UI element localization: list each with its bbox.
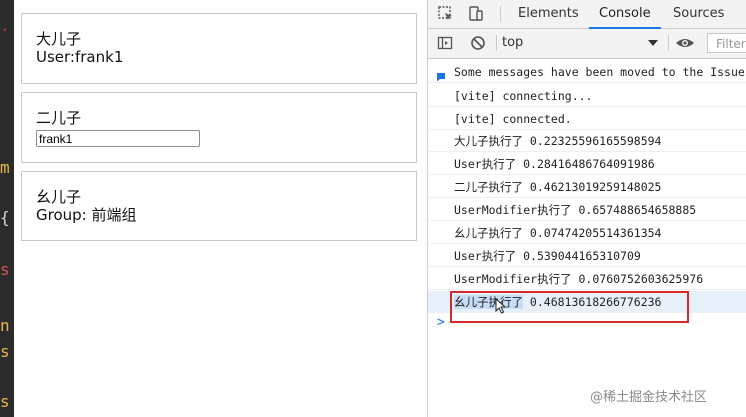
card-youngest-son: 幺儿子 Group: 前端组 — [21, 171, 417, 241]
editor-fragment: m — [0, 158, 10, 177]
sidebar-toggle-icon[interactable] — [437, 35, 453, 51]
console-message: 幺儿子执行了 0.07474205514361354 — [428, 222, 746, 244]
user-name-text: User:frank1 — [36, 48, 124, 66]
console-message: UserModifier执行了 0.0760752603625976 — [428, 268, 746, 290]
context-value: top — [502, 35, 524, 50]
toolbar-separator — [496, 35, 497, 51]
inspect-element-icon[interactable] — [437, 5, 455, 23]
editor-fragment: . — [0, 16, 10, 35]
console-message-text: 幺儿子执行了 0.07474205514361354 — [454, 226, 662, 240]
chevron-down-icon — [648, 40, 658, 46]
editor-fragment: n — [0, 316, 10, 335]
console-message-text: 二儿子执行了 0.46213019259148025 — [454, 180, 662, 194]
message-value: 0.46813618266776236 — [523, 295, 662, 309]
console-message-selected: 幺儿子执行了 0.46813618266776236 — [428, 291, 746, 313]
card-title: 幺儿子 — [36, 188, 82, 206]
editor-gutter: . m { s n s s — [0, 0, 14, 417]
console-toolbar: top Filter — [428, 29, 746, 59]
tab-elements[interactable]: Elements — [518, 0, 579, 28]
console-message: User执行了 0.28416486764091986 — [428, 153, 746, 175]
editor-fragment: s — [0, 392, 10, 411]
console-prompt[interactable]: > — [437, 315, 445, 330]
console-message: User执行了 0.539044165310709 — [428, 245, 746, 267]
console-message-text: 幺儿子执行了 0.46813618266776236 — [454, 291, 662, 312]
console-message-text: [vite] connecting... — [454, 89, 593, 103]
card-title: 大儿子 — [36, 30, 82, 48]
console-message: [vite] connecting... — [428, 85, 746, 107]
console-message-text: UserModifier执行了 0.0760752603625976 — [454, 272, 704, 286]
console-messages: Some messages have been moved to the Iss… — [428, 59, 746, 417]
card-second-son: 二儿子 — [21, 92, 417, 163]
mouse-cursor-icon — [495, 297, 507, 314]
editor-fragment: s — [0, 260, 10, 279]
console-message-text: 大儿子执行了 0.22325596165598594 — [454, 134, 662, 148]
watermark: @稀土掘金技术社区 — [590, 390, 708, 405]
devtools-panel: Elements Console Sources top Filter Some… — [427, 0, 746, 417]
console-message-text: Some messages have been moved to the Iss… — [454, 65, 746, 79]
editor-fragment: s — [0, 342, 10, 361]
tab-sources[interactable]: Sources — [673, 0, 724, 28]
info-icon — [436, 67, 446, 82]
user-name-input[interactable] — [36, 130, 200, 147]
console-message: 大儿子执行了 0.22325596165598594 — [428, 130, 746, 152]
tab-separator — [500, 6, 501, 22]
eye-icon[interactable] — [675, 35, 695, 51]
console-message: Some messages have been moved to the Iss… — [428, 61, 746, 83]
context-selector[interactable]: top — [502, 33, 658, 53]
devtools-tabbar: Elements Console Sources — [428, 0, 746, 29]
console-message-text: [vite] connected. — [454, 112, 572, 126]
console-message: UserModifier执行了 0.657488654658885 — [428, 199, 746, 221]
console-message: [vite] connected. — [428, 108, 746, 130]
toolbar-separator — [668, 35, 669, 51]
app-viewport: 大儿子 User:frank1 二儿子 幺儿子 Group: 前端组 — [14, 0, 427, 417]
console-message-text: UserModifier执行了 0.657488654658885 — [454, 203, 697, 217]
console-filter-input[interactable]: Filter — [707, 33, 746, 53]
tab-console[interactable]: Console — [589, 0, 661, 29]
selected-text: 幺儿子执行了 — [454, 295, 523, 309]
group-text: Group: 前端组 — [36, 206, 137, 224]
card-title: 二儿子 — [36, 109, 82, 127]
console-message-text: User执行了 0.539044165310709 — [454, 249, 641, 263]
card-eldest-son: 大儿子 User:frank1 — [21, 13, 417, 84]
console-message: 二儿子执行了 0.46213019259148025 — [428, 176, 746, 198]
clear-console-icon[interactable] — [470, 35, 486, 51]
editor-fragment: { — [0, 208, 10, 227]
device-toolbar-icon[interactable] — [467, 5, 485, 23]
console-message-text: User执行了 0.28416486764091986 — [454, 157, 655, 171]
